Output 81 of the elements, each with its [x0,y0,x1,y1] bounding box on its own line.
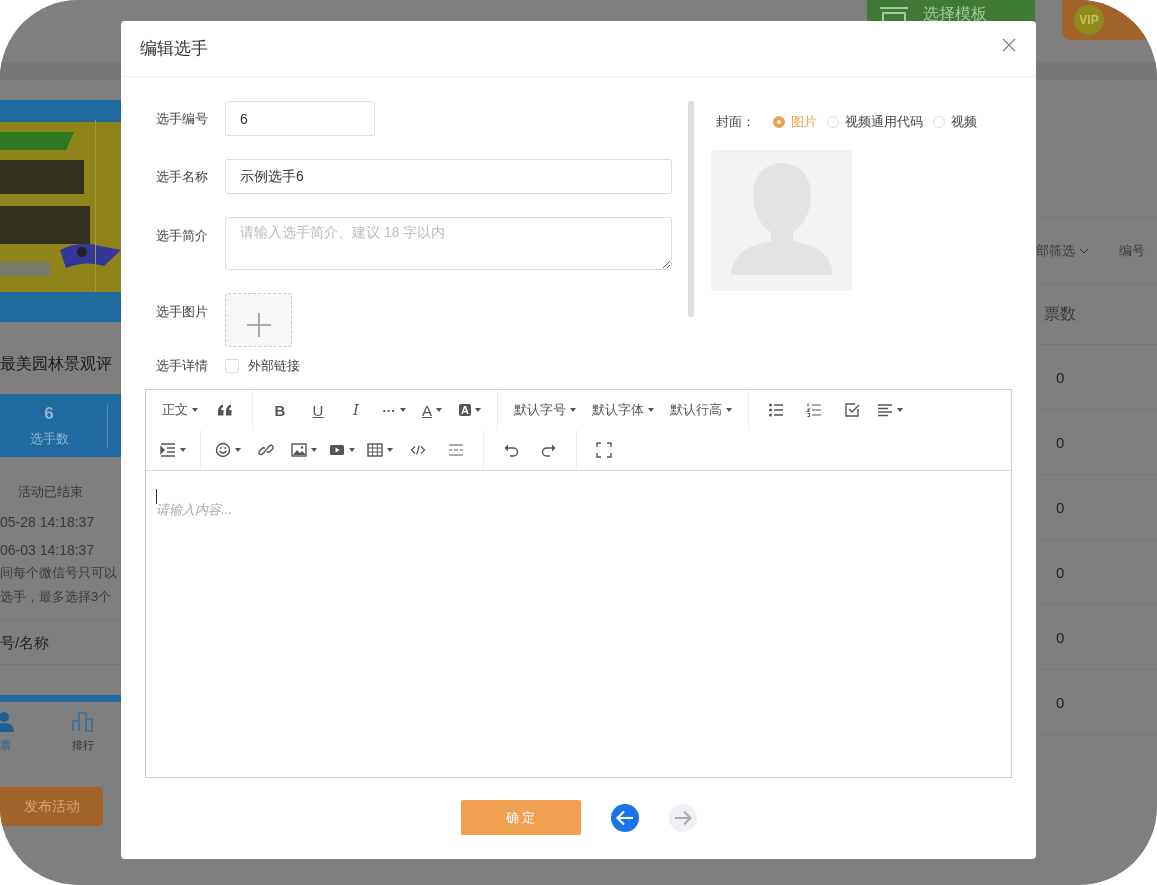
table-cell: 0 [1056,628,1065,646]
format-button[interactable]: ··· [375,394,413,426]
activity-title: 最美园林景观评 [0,354,112,374]
indent-icon [160,442,176,458]
arrow-left-icon [615,809,634,826]
vip-badge: VIP [1074,5,1104,35]
caret-icon [897,408,903,412]
checkbox-label: 外部链接 [248,357,300,375]
table-cell: 0 [1056,433,1065,451]
image-icon [291,442,307,458]
text-cursor [156,489,157,504]
upload-button[interactable] [225,293,292,347]
radio-option[interactable]: 视频 [933,113,977,131]
bulleted-list-icon [768,402,784,418]
caret-icon [349,448,355,452]
dropdown-button[interactable]: 默认行高 [662,394,740,426]
dropdown-button[interactable]: 默认字体 [584,394,662,426]
undo-icon [503,442,519,458]
input-field[interactable]: 6 [225,101,375,136]
radio-option[interactable]: 视频通用代码 [827,113,923,131]
table-cell: 0 [1056,563,1065,581]
caret-icon [474,408,481,412]
plus-icon [246,313,271,337]
stat-label: 选手数 [29,429,69,448]
caret-icon [192,408,198,412]
bar-chart-icon [72,712,94,732]
caret-icon [180,448,186,452]
link-icon [258,442,274,458]
caret-icon [648,408,654,412]
dropdown-button[interactable]: 默认字号 [506,394,584,426]
checkbox[interactable] [225,359,239,373]
time-text: 05-28 14:18:37 [0,515,95,529]
person-icon [0,712,14,732]
caret-icon [311,448,317,452]
chevron-down-icon [1079,248,1089,254]
field-label: 选手名称 [155,167,209,186]
time-text: 06-03 14:18:37 [0,543,95,557]
activity-status: 活动已结束 [16,483,84,501]
nav-item[interactable]: 排行 [72,712,94,753]
fullscreen-icon [596,442,612,458]
caret-icon [726,408,732,412]
format-button[interactable]: B [261,394,299,426]
back-button[interactable] [610,803,639,832]
video-icon [329,442,345,458]
rule-text: 选手，最多选择3个 [0,589,112,605]
cover-label: 封面： [716,113,755,131]
redo-icon [541,442,557,458]
close-icon[interactable] [1002,37,1016,52]
rule-text: 间每个微信号只可以 [0,565,117,581]
field-label: 选手详情 [155,357,209,375]
format-button[interactable]: I [337,394,375,426]
arrow-right-icon [673,809,692,826]
format-button[interactable]: A [451,394,489,426]
table-icon [367,442,383,458]
checkbox-list-icon [844,402,860,418]
align-icon [877,402,893,418]
caret-icon [436,408,442,412]
table-cell: 0 [1056,368,1065,386]
emoji-icon [215,442,231,458]
caret-icon [399,408,406,412]
table-cell: 0 [1056,498,1065,516]
caret-icon [235,448,241,452]
caret-icon [570,408,576,412]
field-label: 选手图片 [155,303,209,321]
field-label: 选手编号 [155,109,209,128]
textarea-field[interactable]: 请输入选手简介、建议 18 字以内 [225,217,672,270]
stat-value: 6 [44,403,54,424]
caret-icon [387,448,393,452]
input-field[interactable]: 示例选手6 [225,159,672,194]
format-button[interactable]: A [413,394,451,426]
dialog-title: 编辑选手 [140,38,208,60]
quote-icon [217,402,233,418]
radio-button[interactable] [773,116,785,128]
format-button[interactable]: U [299,394,337,426]
column-header: 票数 [1044,304,1076,324]
divider-line-icon [448,442,464,458]
dropdown-button[interactable]: 正文 [154,394,206,426]
scrollbar[interactable] [688,101,694,317]
numbered-list-icon [806,402,822,418]
field-label: 选手简介 [155,227,209,245]
table-cell: 0 [1056,693,1065,711]
